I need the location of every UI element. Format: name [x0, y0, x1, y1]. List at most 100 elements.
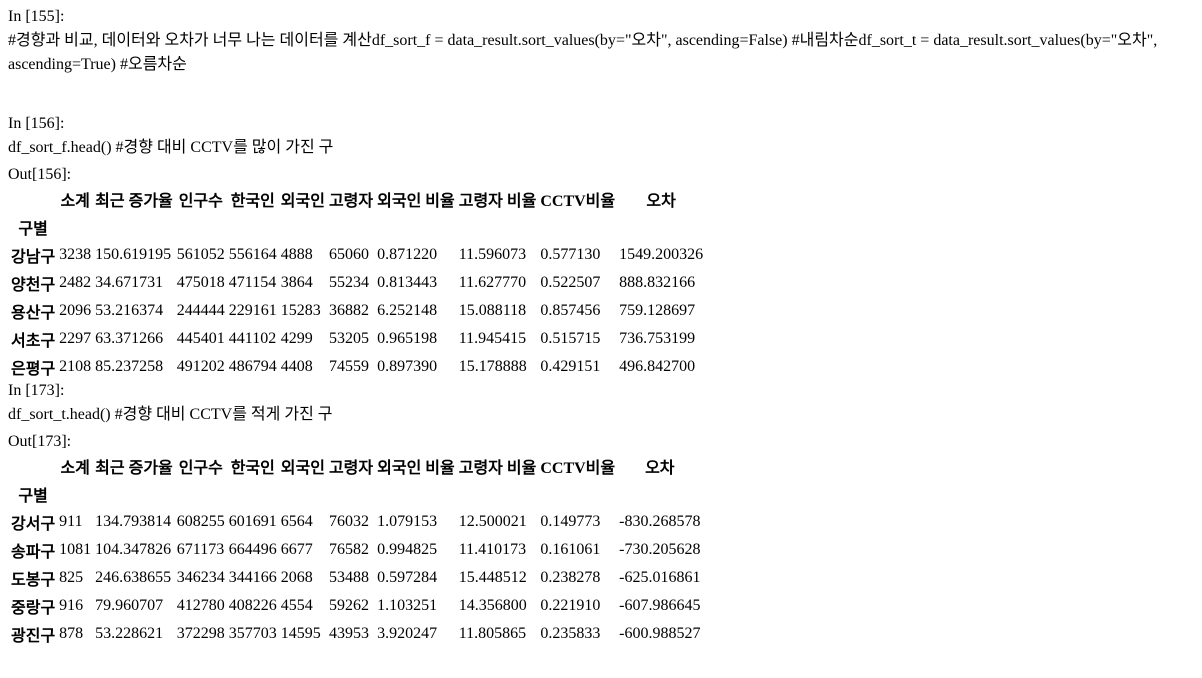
table-cell: 4408: [280, 358, 313, 375]
table-cell: 878: [59, 625, 84, 642]
index-name: 구별: [18, 221, 48, 238]
row-index: 서초구: [11, 333, 56, 350]
table-cell: 65060: [328, 246, 369, 263]
code-token: False: [748, 32, 783, 49]
table-cell: 229161: [228, 302, 277, 319]
table-cell: 357703: [228, 625, 277, 642]
table-row: 용산구 2096 53.216374 244444 229161 15283 36882 6.…: [10, 298, 704, 324]
table-cell: -830.268578: [619, 513, 701, 530]
dataframe-output: 소계 최근 증가율 인구수 한국인 외국인 고령자 외국인 비율 고령자 비율 CCTV비율 오차…: [8, 184, 706, 382]
column-header: 고령자: [328, 193, 374, 210]
table-cell: 74559: [328, 358, 369, 375]
row-index: 양천구: [11, 277, 56, 294]
table-cell: 14.356800: [458, 597, 527, 614]
table-cell: 11.410173: [458, 541, 527, 558]
table-cell: 496.842700: [619, 358, 696, 375]
table-cell: 55234: [328, 274, 369, 291]
table-cell: 1.103251: [377, 597, 438, 614]
header-empty: [458, 214, 538, 240]
table-cell: -600.988527: [619, 625, 701, 642]
code-token: ): [110, 56, 120, 73]
row-index: 용산구: [11, 305, 56, 322]
code-token: df_sort_f.head(): [8, 139, 116, 156]
table-row: 중랑구 916 79.960707 412780 408226 4554 59262 1.10…: [10, 593, 701, 619]
code-line: df_sort_t.head() #경향 대비 CCTV를 적게 가진 구: [8, 406, 333, 423]
table-cell: 12.500021: [458, 513, 527, 530]
table-cell: 15.088118: [458, 302, 527, 319]
table-cell: 825: [59, 569, 84, 586]
table-cell: -730.205628: [619, 541, 701, 558]
header-empty: [228, 214, 278, 240]
table-cell: 0.149773: [540, 513, 601, 530]
table-cell: 4888: [280, 246, 313, 263]
column-header: 오차: [646, 193, 676, 210]
row-index: 강서구: [11, 516, 56, 533]
code-token: #오름차순: [119, 56, 187, 73]
table-cell: 76582: [328, 541, 369, 558]
output-prompt: Out[156]:: [8, 166, 72, 183]
table-cell: 911: [59, 513, 83, 530]
table-cell: 244444: [176, 302, 225, 319]
code-token: #경향 대비 CCTV를 적게 가진 구: [114, 406, 333, 423]
index-name: 구별: [18, 488, 48, 505]
table-cell: 11.945415: [458, 330, 527, 347]
code-token: df_sort_f: [371, 32, 435, 49]
header-empty: [539, 481, 616, 507]
table-cell: 344166: [228, 569, 277, 586]
column-header: 소계: [60, 193, 90, 210]
table-cell: 916: [59, 597, 84, 614]
table-cell: 736.753199: [619, 330, 696, 347]
table-cell: 36882: [328, 302, 369, 319]
table-cell: 15283: [280, 302, 321, 319]
header-blank: [10, 453, 56, 479]
column-header: 인구수: [178, 460, 223, 477]
output-prompt: Out[173]:: [8, 433, 72, 450]
table-cell: 441102: [228, 330, 277, 347]
column-header: 고령자 비율: [458, 460, 537, 477]
column-header: 소계: [60, 460, 90, 477]
table-cell: 2068: [280, 569, 313, 586]
table-cell: 6677: [280, 541, 313, 558]
table-cell: 445401: [176, 330, 225, 347]
table-cell: 408226: [228, 597, 277, 614]
table-cell: 601691: [228, 513, 277, 530]
table-cell: 11.627770: [458, 274, 527, 291]
code-token: df_sort_t.head(): [8, 406, 115, 423]
code-line: df_sort_f = data_result.sort_values(by="…: [372, 32, 859, 49]
table-cell: 486794: [228, 358, 277, 375]
table-cell: 2297: [59, 330, 92, 347]
code-cell-input[interactable]: df_sort_f.head() #경향 대비 CCTV를 많이 가진 구: [8, 133, 1194, 166]
code-line: #경향과 비교, 데이터와 오차가 너무 나는 데이터를 계산: [8, 32, 372, 49]
code-token: data_result.sort_values(by: [443, 32, 616, 49]
table-cell: 53488: [328, 569, 369, 586]
column-header: 인구수: [178, 193, 223, 210]
table-cell: 0.221910: [540, 597, 601, 614]
table-cell: 0.897390: [377, 358, 438, 375]
column-header: 한국인: [230, 193, 275, 210]
row-index: 광진구: [11, 628, 56, 645]
table-cell: -625.016861: [619, 569, 701, 586]
header-empty: [618, 481, 701, 507]
code-cell-input[interactable]: #경향과 비교, 데이터와 오차가 너무 나는 데이터를 계산df_sort_f…: [8, 26, 1194, 115]
column-header: 고령자: [328, 460, 374, 477]
table-row: 강서구 911 134.793814 608255 601691 6564 76032 1.0…: [10, 509, 701, 535]
table-cell: 0.857456: [540, 302, 601, 319]
table-cell: 0.965198: [377, 330, 438, 347]
table-cell: 412780: [176, 597, 225, 614]
row-index: 은평구: [11, 361, 56, 378]
table-cell: 471154: [228, 274, 277, 291]
header-empty: [176, 214, 226, 240]
code-cell-input[interactable]: df_sort_t.head() #경향 대비 CCTV를 적게 가진 구: [8, 400, 1194, 433]
table-cell: 0.871220: [377, 246, 438, 263]
dataframe-output: 소계 최근 증가율 인구수 한국인 외국인 고령자 외국인 비율 고령자 비율 CCTV비율 오차…: [8, 451, 703, 649]
table-cell: 53.216374: [95, 302, 164, 319]
table-cell: 664496: [228, 541, 277, 558]
header-empty: [280, 214, 326, 240]
row-index: 중랑구: [11, 600, 56, 617]
table-cell: 0.597284: [377, 569, 438, 586]
table-cell: 0.238278: [540, 569, 601, 586]
table-cell: 1081: [59, 541, 92, 558]
header-empty: [58, 481, 92, 507]
row-index: 송파구: [11, 544, 56, 561]
table-row: 강남구 3238 150.619195 561052 556164 4888 65060 0.…: [10, 242, 704, 268]
